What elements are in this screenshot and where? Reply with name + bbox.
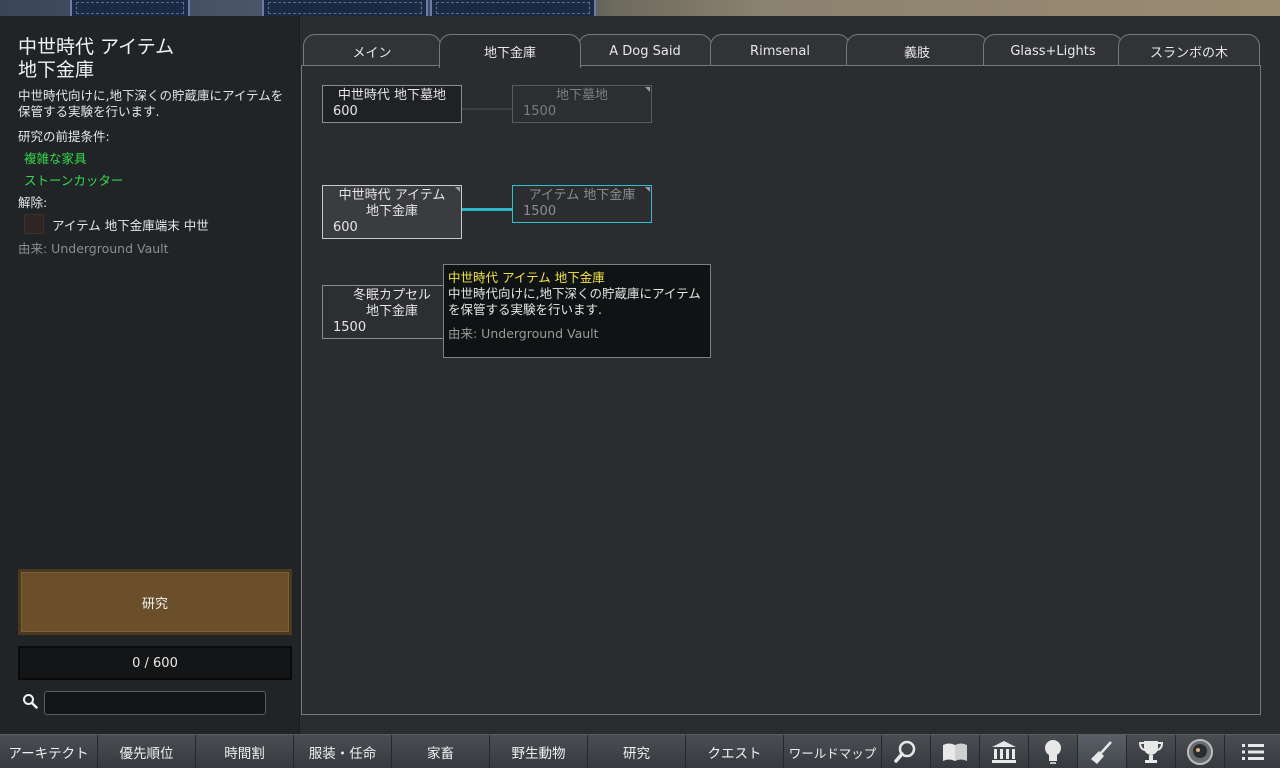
prerequisites-label: 研究の前提条件: <box>18 129 110 144</box>
unlocks-label: 解除: <box>18 195 48 210</box>
node-cost: 600 <box>333 220 358 235</box>
search-icon <box>23 694 38 709</box>
tooltip-description: 中世時代向けに,地下深くの貯蔵庫にアイテムを保管する実験を行います. <box>448 286 701 317</box>
quests-button[interactable]: クエスト <box>686 735 784 768</box>
main-button-bar: アーキテクト 優先順位 時間割 服装・任命 家畜 野生動物 研究 クエスト ワー… <box>0 734 1280 768</box>
unlock-item[interactable]: アイテム 地下金庫端末 中世 <box>24 214 209 234</box>
world-view-strip <box>0 0 1280 16</box>
tree-link <box>462 108 512 110</box>
node-cost: 1500 <box>523 204 557 219</box>
search-input[interactable] <box>44 691 266 715</box>
project-title-line2: 地下金庫 <box>18 59 95 81</box>
research-node-cryptosleep-vault[interactable]: 冬眠カプセル 地下金庫 1500 <box>322 285 462 339</box>
project-title-line1: 中世時代 アイテム <box>18 36 175 58</box>
trophy-icon[interactable] <box>1127 735 1176 768</box>
node-title: 冬眠カプセル <box>352 288 431 303</box>
tab-rimsenal[interactable]: Rimsenal <box>710 34 850 67</box>
node-corner-marker <box>645 187 650 192</box>
node-cost: 1500 <box>523 104 557 119</box>
research-node-catacombs[interactable]: 地下墓地 1500 <box>512 85 652 123</box>
research-node-item-vault[interactable]: アイテム 地下金庫 1500 <box>512 185 652 223</box>
node-cost: 1500 <box>333 320 367 335</box>
unlock-item-label: アイテム 地下金庫端末 中世 <box>52 217 209 233</box>
museum-icon[interactable] <box>980 735 1029 768</box>
unlock-item-icon <box>24 214 44 234</box>
assign-button[interactable]: 服装・任命 <box>294 735 392 768</box>
node-corner-marker <box>455 187 460 192</box>
tab-prosthetics[interactable]: 義肢 <box>846 34 988 67</box>
source-mod-text: 由来: Underground Vault <box>18 241 169 256</box>
node-title: 地下金庫 <box>365 204 418 219</box>
node-title: アイテム 地下金庫 <box>528 188 636 203</box>
world-tile <box>262 0 428 16</box>
world-tile <box>430 0 596 16</box>
project-title: 中世時代 アイテム 地下金庫 <box>18 36 288 82</box>
architect-button[interactable]: アーキテクト <box>0 735 98 768</box>
book-icon[interactable] <box>931 735 980 768</box>
menu-list-icon[interactable] <box>1225 735 1280 768</box>
node-title: 地下金庫 <box>365 304 418 319</box>
broom-icon[interactable] <box>1078 735 1127 768</box>
research-node-medieval-catacombs[interactable]: 中世時代 地下墓地 600 <box>322 85 462 123</box>
tab-glass-lights[interactable]: Glass+Lights <box>983 34 1123 67</box>
schedule-button[interactable]: 時間割 <box>196 735 294 768</box>
node-title: 地下墓地 <box>555 88 608 103</box>
world-tile <box>70 0 190 16</box>
research-button[interactable]: 研究 <box>18 569 292 635</box>
wildlife-button[interactable]: 野生動物 <box>490 735 588 768</box>
prerequisite-item[interactable]: ストーンカッター <box>24 170 123 189</box>
node-corner-marker <box>645 87 650 92</box>
research-tooltip: 中世時代 アイテム 地下金庫 中世時代向けに,地下深くの貯蔵庫にアイテムを保管す… <box>443 264 711 358</box>
tab-underground-vault[interactable]: 地下金庫 <box>439 34 581 68</box>
world-map-button[interactable]: ワールドマップ <box>784 735 882 768</box>
research-progress: 0 / 600 <box>18 646 292 680</box>
tooltip-title: 中世時代 アイテム 地下金庫 <box>448 270 605 285</box>
lightbulb-icon[interactable] <box>1029 735 1078 768</box>
tab-slambo-tree[interactable]: スランボの木 <box>1118 34 1260 67</box>
priorities-button[interactable]: 優先順位 <box>98 735 196 768</box>
project-description: 中世時代向けに,地下深くの貯蔵庫にアイテムを保管する実験を行います. <box>18 88 284 119</box>
research-detail-panel: 中世時代 アイテム 地下金庫 中世時代向けに,地下深くの貯蔵庫にアイテムを保管す… <box>0 16 300 734</box>
tab-a-dog-said[interactable]: A Dog Said <box>578 34 712 67</box>
astronaut-icon[interactable] <box>1176 735 1225 768</box>
research-tab-button[interactable]: 研究 <box>588 735 686 768</box>
tab-main[interactable]: メイン <box>303 34 441 67</box>
node-title: 中世時代 アイテム <box>338 188 446 203</box>
research-tree-area <box>301 65 1261 715</box>
research-node-medieval-item-vault[interactable]: 中世時代 アイテム 地下金庫 600 <box>322 185 462 239</box>
node-title: 中世時代 地下墓地 <box>337 88 447 103</box>
magnifier-icon[interactable] <box>882 735 931 768</box>
node-cost: 600 <box>333 104 358 119</box>
animals-button[interactable]: 家畜 <box>392 735 490 768</box>
prerequisite-item[interactable]: 複雑な家具 <box>24 148 87 167</box>
tooltip-source: 由来: Underground Vault <box>448 326 599 341</box>
tree-link-active <box>462 208 512 211</box>
